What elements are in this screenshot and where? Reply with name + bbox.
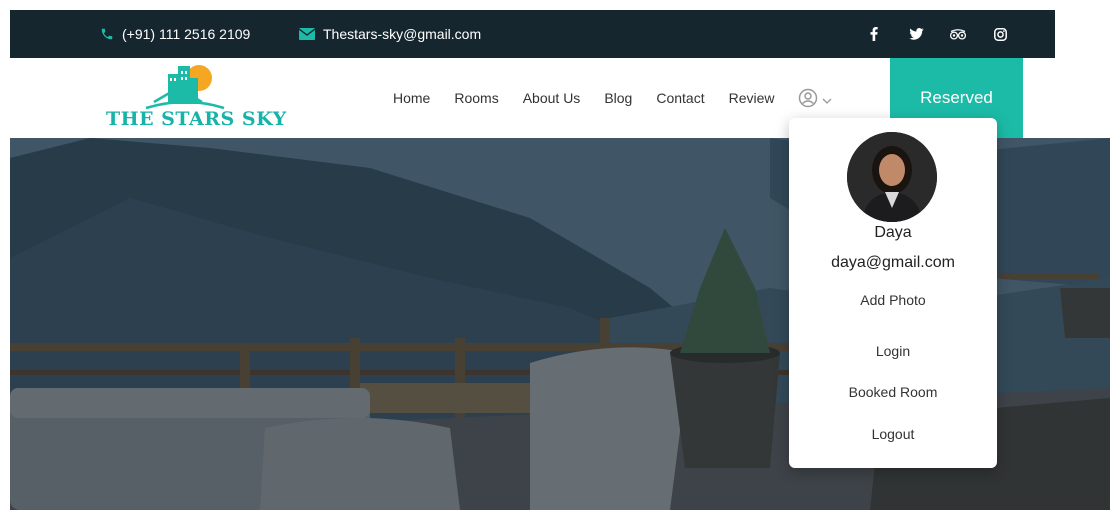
- social-links: [866, 10, 1008, 58]
- user-menu-toggle[interactable]: [798, 88, 832, 113]
- twitter-icon[interactable]: [908, 26, 924, 42]
- add-photo-link[interactable]: Add Photo: [789, 292, 997, 308]
- user-name: Daya: [874, 224, 912, 241]
- user-circle-icon: [798, 88, 818, 113]
- nav-home[interactable]: Home: [393, 90, 430, 106]
- facebook-icon[interactable]: [866, 26, 882, 42]
- logout-link[interactable]: Logout: [789, 426, 997, 442]
- phone-icon: [100, 27, 114, 41]
- booked-room-link[interactable]: Booked Room: [789, 384, 997, 400]
- nav-rooms[interactable]: Rooms: [454, 90, 498, 106]
- user-dropdown-menu: Daya daya@gmail.com Add Photo Login Book…: [789, 118, 997, 468]
- login-link[interactable]: Login: [789, 343, 997, 359]
- nav-review[interactable]: Review: [729, 90, 775, 106]
- instagram-icon[interactable]: [992, 26, 1008, 42]
- nav-about-us[interactable]: About Us: [523, 90, 581, 106]
- nav-contact[interactable]: Contact: [656, 90, 704, 106]
- chevron-down-icon: [822, 92, 832, 110]
- nav-blog[interactable]: Blog: [604, 90, 632, 106]
- phone-number: (+91) 111 2516 2109: [122, 26, 251, 42]
- primary-nav: Home Rooms About Us Blog Contact Review: [393, 58, 775, 138]
- email-address: Thestars-sky@gmail.com: [323, 26, 482, 42]
- email-contact[interactable]: Thestars-sky@gmail.com: [299, 10, 481, 58]
- tripadvisor-icon[interactable]: [950, 26, 966, 42]
- brand-logo[interactable]: THE STARS SKY: [106, 62, 287, 134]
- mail-icon: [299, 28, 315, 40]
- top-contact-bar: (+91) 111 2516 2109 Thestars-sky@gmail.c…: [10, 10, 1055, 58]
- logo-graphic: [145, 65, 225, 110]
- avatar: [847, 132, 937, 222]
- phone-contact[interactable]: (+91) 111 2516 2109: [100, 10, 250, 58]
- user-email: daya@gmail.com: [831, 254, 955, 271]
- brand-name: THE STARS SKY: [106, 108, 287, 130]
